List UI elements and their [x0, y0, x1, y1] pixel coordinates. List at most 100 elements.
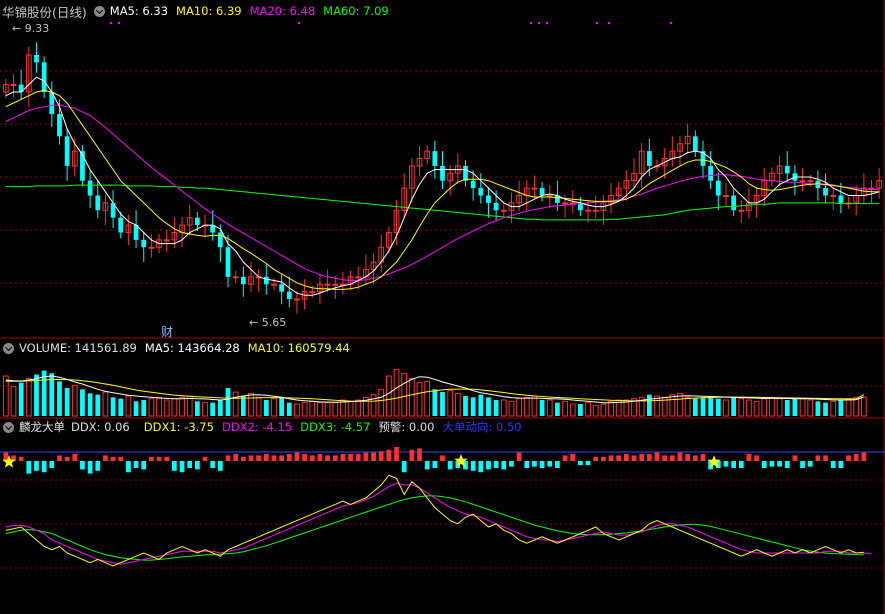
- candle-body-up: [500, 209, 507, 212]
- ddx-bar-up: [631, 455, 637, 461]
- ddx-bar-up: [378, 451, 384, 461]
- ddx-bar-up: [792, 455, 798, 461]
- ddx-bar-up: [309, 455, 315, 461]
- ddx-bar-up: [156, 456, 162, 461]
- ddx-bar-down: [777, 461, 782, 467]
- volume-panel-header: VOLUME: 141561.89 MA5: 143664.28 MA10: 1…: [0, 340, 358, 356]
- ddx-bar-up: [861, 452, 867, 461]
- ddx-bar-down: [194, 461, 200, 470]
- ddx-bar-down: [539, 461, 545, 468]
- candle-body-down: [463, 165, 468, 181]
- ddx-bar-up: [149, 456, 154, 461]
- candle-body-down: [279, 284, 284, 292]
- ddx-bar-down: [141, 461, 147, 470]
- ddx-bar-up: [279, 455, 284, 461]
- ddx-bar-up: [202, 456, 208, 461]
- ddx-bar-down: [34, 461, 39, 471]
- volume-bar-down: [279, 397, 284, 416]
- ddx-bar-down: [401, 461, 407, 473]
- ddx-bar-up: [348, 454, 353, 461]
- ddx-bar-down: [738, 461, 744, 468]
- volume-bar-down: [286, 402, 292, 416]
- dropdown-icon[interactable]: [93, 5, 105, 17]
- ddx-bar-up: [754, 455, 759, 461]
- ddx-bar-up: [164, 456, 170, 461]
- ddx-bar-down: [493, 461, 499, 468]
- ddx-bar-down: [49, 461, 55, 468]
- ddx-title: 麟龙大单: [19, 420, 65, 434]
- signal-dot: [596, 22, 598, 24]
- candle-body-up: [148, 246, 155, 249]
- ddx2-label: DDX2: -4.15: [221, 420, 293, 434]
- candle-body-down: [838, 195, 844, 203]
- candle-body-down: [118, 217, 124, 233]
- candle-body-down: [692, 136, 698, 152]
- ddx-bar-up: [110, 456, 116, 461]
- vol-ma5-label: MA5: 143664.28: [144, 341, 240, 355]
- ma5-label: MA5: 6.33: [109, 4, 169, 18]
- signal-dot: [670, 22, 672, 24]
- finance-flag[interactable]: 财: [161, 323, 173, 340]
- volume-bar-down: [64, 388, 70, 416]
- candle-body-down: [64, 136, 70, 166]
- ddx-bar-down: [524, 461, 530, 468]
- candle-body-down: [34, 54, 39, 63]
- candle-body-up: [546, 194, 553, 197]
- ddx-bar-up: [256, 455, 262, 461]
- volume-bar-down: [539, 400, 545, 416]
- ddx-bar-up: [662, 455, 668, 461]
- ddx-bar-up: [294, 452, 300, 461]
- ddx-bar-up: [562, 455, 568, 461]
- ddx-bar-up: [570, 454, 576, 461]
- chart-canvas: [0, 0, 885, 614]
- ddx-bar-up: [363, 452, 369, 461]
- ddx-bar-up: [286, 454, 292, 461]
- candle-body-up: [585, 209, 591, 212]
- ddx-bar-up: [72, 454, 78, 461]
- big-flow-label: 大单动向: 0.50: [442, 420, 522, 434]
- ddx-bar-down: [838, 461, 844, 468]
- candle-body-down: [432, 151, 438, 166]
- volume-bar-down: [80, 389, 85, 416]
- candle-body-down: [263, 276, 269, 285]
- volume-bar-down: [240, 396, 246, 416]
- ddx1-label: DDX1: -3.75: [143, 420, 214, 434]
- ddx-bar-up: [248, 455, 254, 461]
- candle-body-up: [738, 209, 745, 212]
- volume-bar-down: [823, 402, 828, 416]
- ddx-bar-up: [409, 449, 415, 461]
- ddx-bar-up: [823, 455, 828, 461]
- volume-bar-down: [792, 398, 798, 416]
- ddx-bar-down: [87, 461, 93, 474]
- ma60-label: MA60: 7.09: [323, 4, 389, 18]
- vol-ma10-label: MA10: 160579.44: [247, 341, 350, 355]
- candle-body-down: [286, 291, 292, 300]
- ddx-bar-up: [685, 454, 691, 461]
- candle-body-down: [823, 188, 828, 196]
- dropdown-icon[interactable]: [3, 342, 14, 354]
- volume-bar-down: [715, 398, 721, 416]
- price-panel-header: 华锦股份(日线) MA5: 6.33 MA10: 6.39 MA20: 6.48…: [0, 3, 397, 20]
- ddx-bar-up: [57, 455, 62, 461]
- candle-body-down: [95, 195, 101, 211]
- dropdown-icon[interactable]: [3, 421, 14, 433]
- volume-bar-down: [646, 394, 652, 416]
- candle-body-up: [232, 276, 239, 279]
- candle-body-down: [41, 62, 47, 92]
- ddx-bar-up: [654, 452, 660, 461]
- ddx-panel-header: 麟龙大单 DDX: 0.06 DDX1: -3.75 DDX2: -4.15 D…: [0, 419, 530, 435]
- volume-bar-down: [210, 402, 216, 416]
- ddx-bar-up: [317, 454, 323, 461]
- candle-body-up: [799, 180, 806, 183]
- candle-body-down: [240, 276, 246, 285]
- signal-dot: [538, 22, 540, 24]
- ddx-bar-up: [225, 455, 231, 461]
- candle-body-up: [10, 84, 17, 87]
- candle-body-down: [539, 188, 545, 196]
- ddx-bar-up: [417, 448, 422, 461]
- candle-body-down: [784, 165, 790, 174]
- ddx-bar-up: [846, 455, 851, 461]
- ddx-bar-down: [26, 461, 32, 474]
- ddx-bar-up: [746, 454, 752, 461]
- candle-body-up: [355, 276, 362, 279]
